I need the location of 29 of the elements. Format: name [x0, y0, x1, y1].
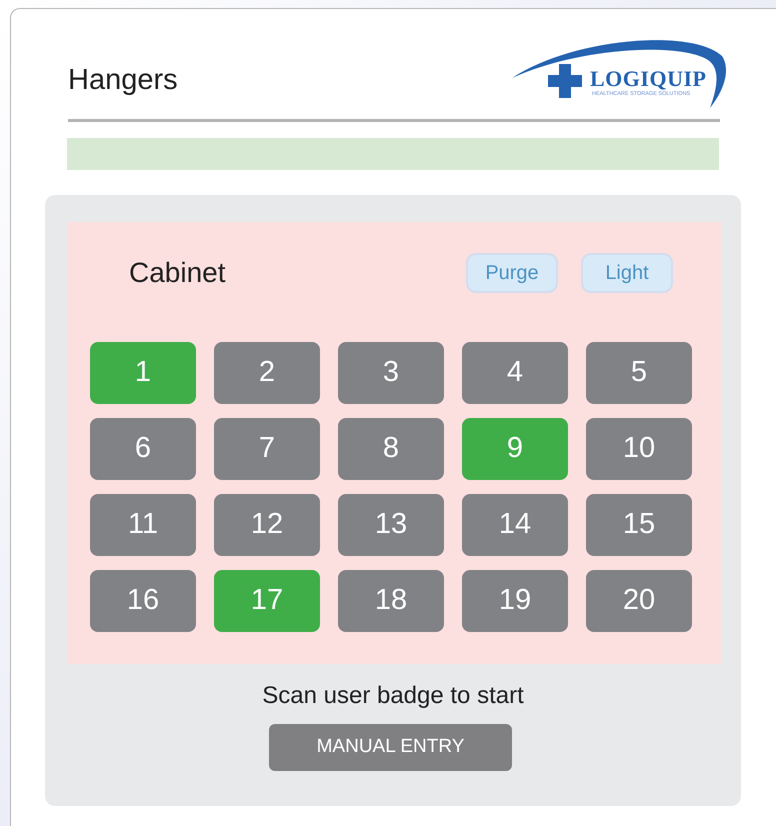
cabinet-title: Cabinet [129, 256, 227, 290]
hanger-button[interactable]: 17 [214, 570, 320, 632]
hanger-button[interactable]: 13 [338, 494, 444, 556]
hanger-button[interactable]: 19 [462, 570, 568, 632]
hanger-button[interactable]: 3 [338, 342, 444, 404]
hanger-button[interactable]: 7 [214, 418, 320, 480]
page-title: Hangers [68, 66, 178, 95]
manual-entry-button[interactable]: MANUAL ENTRY [269, 724, 512, 771]
hanger-button[interactable]: 18 [338, 570, 444, 632]
swoosh-icon [512, 38, 728, 108]
hanger-button[interactable]: 5 [586, 342, 692, 404]
prompt-text: Scan user badge to start [261, 684, 525, 708]
hanger-button[interactable]: 20 [586, 570, 692, 632]
hanger-button[interactable]: 9 [462, 418, 568, 480]
cross-icon [548, 64, 582, 98]
hanger-button[interactable]: 14 [462, 494, 568, 556]
hanger-button[interactable]: 10 [586, 418, 692, 480]
hanger-button[interactable]: 15 [586, 494, 692, 556]
logo-name: LOGIQUIP [590, 68, 706, 90]
hanger-button[interactable]: 2 [214, 342, 320, 404]
hanger-button[interactable]: 4 [462, 342, 568, 404]
hanger-button[interactable]: 8 [338, 418, 444, 480]
hanger-button[interactable]: 1 [90, 342, 196, 404]
hanger-button[interactable]: 12 [214, 494, 320, 556]
action-button[interactable]: Light [581, 253, 673, 293]
hanger-button[interactable]: 16 [90, 570, 196, 632]
action-button[interactable]: Purge [466, 253, 558, 293]
hanger-button[interactable]: 6 [90, 418, 196, 480]
hanger-button[interactable]: 11 [90, 494, 196, 556]
